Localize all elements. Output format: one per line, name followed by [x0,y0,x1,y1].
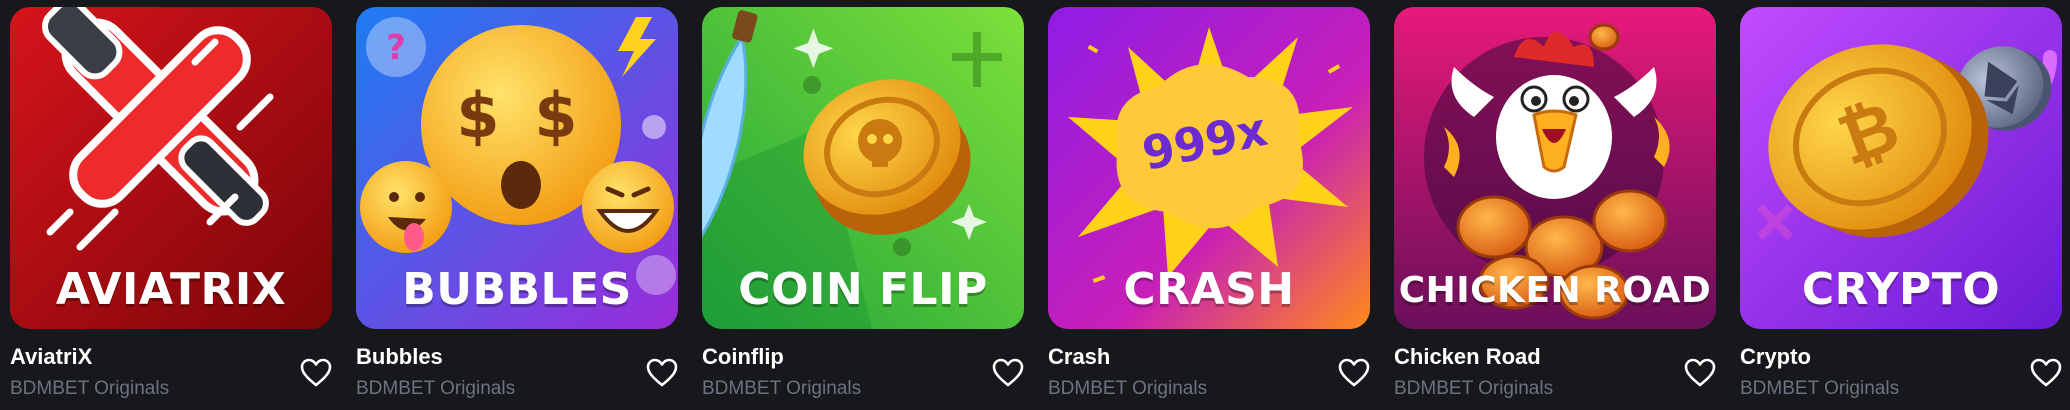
game-thumbnail[interactable]: 999x CRASH [1048,7,1370,329]
game-thumbnail-label: BUBBLES [402,264,632,315]
svg-text:$: $ [534,79,577,152]
game-title[interactable]: Crash [1048,344,1110,370]
game-provider: BDMBET Originals [1394,378,1554,399]
game-title[interactable]: AviatriX [10,344,92,370]
game-provider: BDMBET Originals [702,378,862,399]
favorite-heart-icon[interactable] [1338,358,1370,388]
favorite-heart-icon[interactable] [300,358,332,388]
svg-text:$: $ [456,79,499,152]
favorite-heart-icon[interactable] [646,358,678,388]
favorite-heart-icon[interactable] [992,358,1024,388]
game-title[interactable]: Coinflip [702,344,784,370]
game-card-aviatrix[interactable]: AVIATRIX AviatriX BDMBET Originals [10,0,334,410]
favorite-heart-icon[interactable] [1684,358,1716,388]
game-thumbnail[interactable]: ? $ $ BUBBLES [356,7,678,329]
game-card-crash[interactable]: 999x CRASH Crash BDMBET Originals [1048,0,1372,410]
game-provider: BDMBET Originals [10,378,170,399]
game-provider: BDMBET Originals [1740,378,1900,399]
game-title[interactable]: Crypto [1740,344,1811,370]
game-card-coinflip[interactable]: COIN FLIP Coinflip BDMBET Originals [702,0,1026,410]
game-thumbnail-label: AVIATRIX [55,264,287,315]
game-thumbnail-label: CRYPTO [1801,264,2001,315]
game-thumbnail[interactable]: ₿ CRYPTO [1740,7,2062,329]
game-card-bubbles[interactable]: ? $ $ BUBBLES Bubbles BDMBET Originals [356,0,680,410]
game-thumbnail[interactable]: COIN FLIP [702,7,1024,329]
game-provider: BDMBET Originals [1048,378,1208,399]
game-thumbnail-label: CRASH [1123,264,1295,315]
game-card-chicken-road[interactable]: CHICKEN ROAD Chicken Road BDMBET Origina… [1394,0,1718,410]
game-title[interactable]: Bubbles [356,344,443,370]
game-card-crypto[interactable]: ₿ CRYPTO Crypto BDMBET Originals [1740,0,2064,410]
favorite-heart-icon[interactable] [2030,358,2062,388]
game-thumbnail[interactable]: CHICKEN ROAD [1394,7,1716,329]
game-thumbnail-label: COIN FLIP [738,264,988,315]
game-title[interactable]: Chicken Road [1394,344,1541,370]
svg-text:?: ? [386,28,406,68]
game-thumbnail-label: CHICKEN ROAD [1398,270,1712,311]
game-thumbnail[interactable]: AVIATRIX [10,7,332,329]
game-provider: BDMBET Originals [356,378,516,399]
games-row: AVIATRIX AviatriX BDMBET Originals ? $ $… [0,0,2070,410]
